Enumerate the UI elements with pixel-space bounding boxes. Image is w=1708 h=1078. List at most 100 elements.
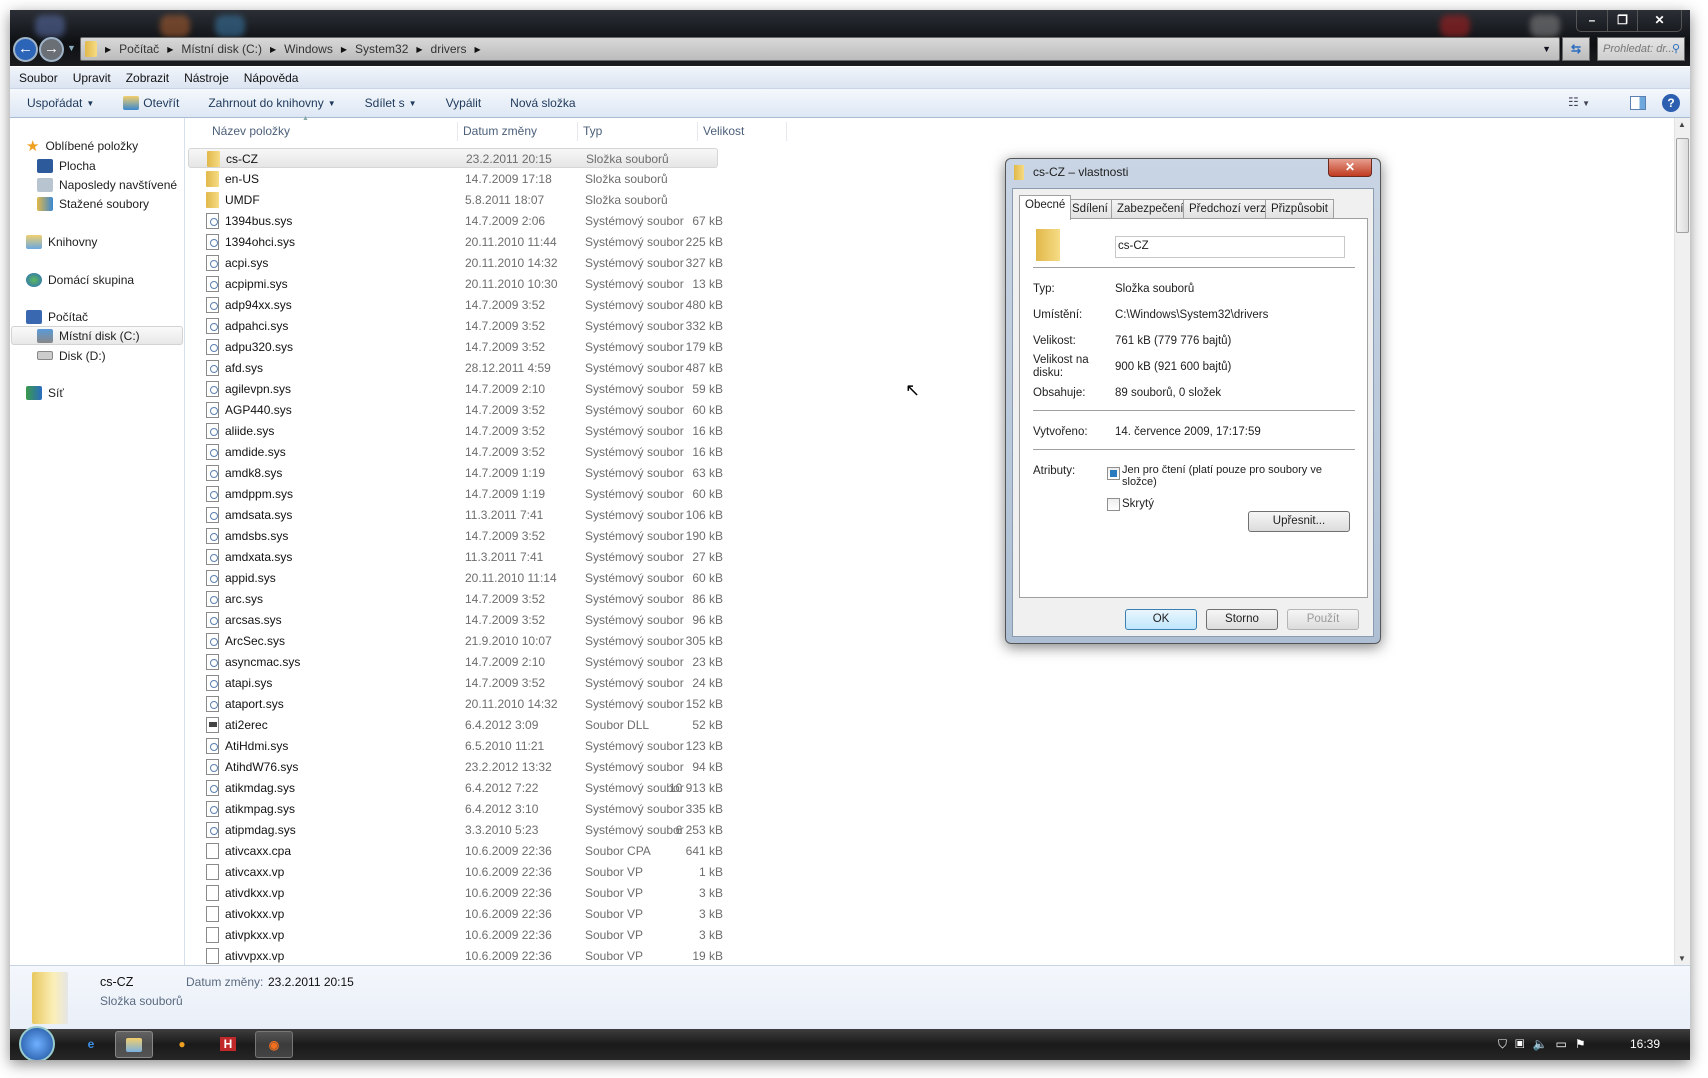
file-row[interactable]: amdsata.sys 11.3.2011 7:41 Systémový soubo… <box>188 505 723 525</box>
open-button[interactable]: Otevřít <box>123 96 179 110</box>
nav-recent[interactable]: Naposledy navštívené <box>37 175 177 194</box>
ok-button[interactable]: OK <box>1125 609 1197 630</box>
file-row[interactable]: ativcaxx.cpa 10.6.2009 22:36 Soubor CPA 641… <box>188 841 723 861</box>
file-row[interactable]: ataport.sys 20.11.2010 14:32 Systémový sou… <box>188 694 723 714</box>
file-row[interactable]: appid.sys 20.11.2010 11:14 Systémový soubo… <box>188 568 723 588</box>
file-row[interactable]: amdsbs.sys 14.7.2009 3:52 Systémový soubor… <box>188 526 723 546</box>
file-row[interactable]: ativdkxx.vp 10.6.2009 22:36 Soubor VP 3 kB <box>188 883 723 903</box>
nav-downloads[interactable]: Stažené soubory <box>37 194 149 213</box>
nav-disk-d[interactable]: Disk (D:) <box>37 346 106 365</box>
firefox-taskbar-icon[interactable]: ◉ <box>255 1031 293 1058</box>
file-row[interactable]: ativvpxx.vp 10.6.2009 22:36 Soubor VP 19 kB <box>188 946 723 966</box>
back-button[interactable]: ← <box>13 37 38 62</box>
scroll-thumb[interactable] <box>1676 138 1689 233</box>
minimize-button[interactable]: – <box>1577 10 1607 31</box>
explorer-taskbar-icon[interactable] <box>115 1031 153 1058</box>
view-options-button[interactable]: ☷ ▼ <box>1568 95 1590 109</box>
file-row[interactable]: en-US 14.7.2009 17:18 Složka souborů <box>188 169 718 189</box>
recent-pages-dropdown[interactable]: ▼ <box>67 43 76 53</box>
refresh-button[interactable]: ⇆ <box>1562 37 1590 61</box>
tab-previous-versions[interactable]: Předchozí verze <box>1183 199 1279 219</box>
file-row[interactable]: ArcSec.sys 21.9.2010 10:07 Systémový soubo… <box>188 631 723 651</box>
start-button[interactable] <box>19 1026 55 1060</box>
file-row[interactable]: AGP440.sys 14.7.2009 3:52 Systémový soubor… <box>188 400 723 420</box>
file-row[interactable]: atipmdag.sys 3.3.2010 5:23 Systémový soubo… <box>188 820 723 840</box>
nav-computer[interactable]: Počítač <box>26 307 88 326</box>
share-with-button[interactable]: Sdílet s ▼ <box>365 96 417 110</box>
tab-sharing[interactable]: Sdílení <box>1066 199 1114 219</box>
cancel-button[interactable]: Storno <box>1206 609 1278 630</box>
file-row[interactable]: agilevpn.sys 14.7.2009 2:10 Systémový soub… <box>188 379 723 399</box>
nav-libraries[interactable]: Knihovny <box>26 232 97 251</box>
file-row[interactable]: aliide.sys 14.7.2009 3:52 Systémový soubor… <box>188 421 723 441</box>
menu-edit[interactable]: Upravit <box>73 71 111 85</box>
readonly-checkbox[interactable] <box>1107 467 1120 480</box>
address-bar[interactable]: ▶ Počítač ▶ Místní disk (C:) ▶ Windows ▶ Sy… <box>80 37 1560 61</box>
new-folder-button[interactable]: Nová složka <box>510 96 575 110</box>
nav-homegroup[interactable]: Domácí skupina <box>26 270 134 289</box>
file-row[interactable]: adpu320.sys 14.7.2009 3:52 Systémový soubo… <box>188 337 723 357</box>
file-row[interactable]: UMDF 5.8.2011 18:07 Složka souborů <box>188 190 718 210</box>
column-name[interactable]: Název položky <box>212 124 290 138</box>
nav-network[interactable]: Síť <box>26 383 64 402</box>
scroll-up-icon[interactable]: ▲ <box>1678 120 1686 129</box>
tab-general[interactable]: Obecné <box>1019 195 1072 220</box>
file-row[interactable]: ativcaxx.vp 10.6.2009 22:36 Soubor VP 1 kB <box>188 862 723 882</box>
file-row[interactable]: amdxata.sys 11.3.2011 7:41 Systémový soubo… <box>188 547 723 567</box>
file-row[interactable]: ativokxx.vp 10.6.2009 22:36 Soubor VP 3 kB <box>188 904 723 924</box>
address-history-dropdown[interactable]: ▼ <box>1542 44 1551 54</box>
breadcrumb-windows[interactable]: Windows <box>284 42 333 56</box>
file-row[interactable]: amdk8.sys 14.7.2009 1:19 Systémový soubor 6… <box>188 463 723 483</box>
breadcrumb-computer[interactable]: Počítač <box>119 42 159 56</box>
help-icon[interactable]: ? <box>1662 94 1680 112</box>
menu-view[interactable]: Zobrazit <box>126 71 169 85</box>
nav-disk-c[interactable]: Místní disk (C:) <box>11 326 183 345</box>
column-size[interactable]: Velikost <box>703 124 744 138</box>
media-taskbar-icon[interactable]: ● <box>163 1031 201 1058</box>
menu-tools[interactable]: Nástroje <box>184 71 229 85</box>
file-row[interactable]: AtihdW76.sys 23.2.2012 13:32 Systémový sou… <box>188 757 723 777</box>
system-tray-icons[interactable]: ⛉▣🔈▭⚑ <box>1498 1037 1594 1052</box>
internet-explorer-taskbar-icon[interactable]: e <box>72 1031 110 1058</box>
file-row[interactable]: ativpkxx.vp 10.6.2009 22:36 Soubor VP 3 kB <box>188 925 723 945</box>
file-row[interactable]: acpipmi.sys 20.11.2010 10:30 Systémový sou… <box>188 274 723 294</box>
file-row[interactable]: afd.sys 28.12.2011 4:59 Systémový soubor 48… <box>188 358 723 378</box>
file-row[interactable]: adpahci.sys 14.7.2009 3:52 Systémový soubo… <box>188 316 723 336</box>
file-row[interactable]: amdppm.sys 14.7.2009 1:19 Systémový soubor… <box>188 484 723 504</box>
hotspot-taskbar-icon[interactable]: H <box>209 1031 247 1058</box>
file-row[interactable]: atapi.sys 14.7.2009 3:52 Systémový soubor 2… <box>188 673 723 693</box>
advanced-button[interactable]: Upřesnit... <box>1248 511 1350 532</box>
column-date[interactable]: Datum změny <box>463 124 537 138</box>
file-row[interactable]: asyncmac.sys 14.7.2009 2:10 Systémový soub… <box>188 652 723 672</box>
file-row[interactable]: amdide.sys 14.7.2009 3:52 Systémový soubor… <box>188 442 723 462</box>
file-row[interactable]: cs-CZ 23.2.2011 20:15 Složka souborů <box>188 148 718 168</box>
organize-button[interactable]: Uspořádat ▼ <box>27 96 94 110</box>
file-row[interactable]: 1394ohci.sys 20.11.2010 11:44 Systémový so… <box>188 232 723 252</box>
tab-security[interactable]: Zabezpečení <box>1111 199 1190 219</box>
column-type[interactable]: Typ <box>583 124 602 138</box>
forward-button[interactable]: → <box>39 37 64 62</box>
tab-customize[interactable]: Přizpůsobit <box>1265 199 1334 219</box>
folder-name-input[interactable]: cs-CZ <box>1115 236 1345 258</box>
nav-desktop[interactable]: Plocha <box>37 156 96 175</box>
menu-help[interactable]: Nápověda <box>244 71 299 85</box>
file-row[interactable]: arc.sys 14.7.2009 3:52 Systémový soubor 86 … <box>188 589 723 609</box>
file-row[interactable]: 1394bus.sys 14.7.2009 2:06 Systémový soubo… <box>188 211 723 231</box>
menu-file[interactable]: Soubor <box>19 71 58 85</box>
hidden-checkbox[interactable] <box>1107 498 1120 511</box>
file-row[interactable]: acpi.sys 20.11.2010 14:32 Systémový soubor… <box>188 253 723 273</box>
clock[interactable]: 16:39 <box>1630 1037 1660 1051</box>
file-row[interactable]: atikmdag.sys 6.4.2012 7:22 Systémový soubo… <box>188 778 723 798</box>
close-button[interactable]: ✕ <box>1637 10 1681 31</box>
search-input[interactable]: Prohledat: dr... ⚲ <box>1597 37 1685 61</box>
file-row[interactable]: atikmpag.sys 6.4.2012 3:10 Systémový soubo… <box>188 799 723 819</box>
breadcrumb-drivers[interactable]: drivers <box>431 42 467 56</box>
file-row[interactable]: adp94xx.sys 14.7.2009 3:52 Systémový soubo… <box>188 295 723 315</box>
scroll-down-icon[interactable]: ▼ <box>1678 954 1686 963</box>
restore-button[interactable]: ❐ <box>1607 10 1637 31</box>
include-in-library-button[interactable]: Zahrnout do knihovny ▼ <box>208 96 335 110</box>
breadcrumb-system32[interactable]: System32 <box>355 42 408 56</box>
file-row[interactable]: arcsas.sys 14.7.2009 3:52 Systémový soubor… <box>188 610 723 630</box>
preview-pane-icon[interactable] <box>1630 96 1646 110</box>
breadcrumb-disk-c[interactable]: Místní disk (C:) <box>181 42 262 56</box>
